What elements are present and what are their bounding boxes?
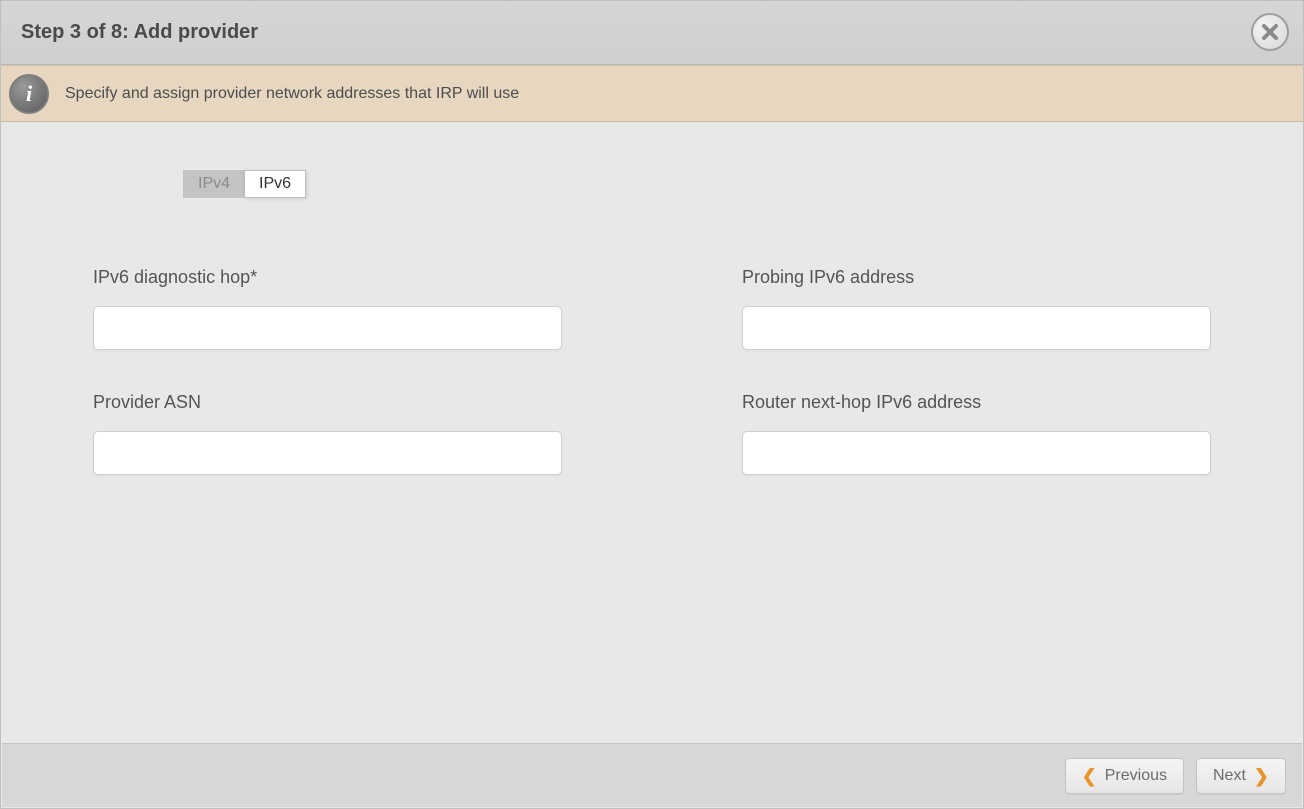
info-banner: i Specify and assign provider network ad… [1, 65, 1303, 122]
chevron-right-icon: ❯ [1254, 767, 1269, 785]
label-provider-asn: Provider ASN [93, 392, 562, 413]
label-probing-ipv6-address: Probing IPv6 address [742, 267, 1211, 288]
field-provider-asn: Provider ASN [93, 392, 562, 475]
tab-ipv4[interactable]: IPv4 [183, 170, 244, 198]
label-ipv6-diagnostic-hop: IPv6 diagnostic hop* [93, 267, 562, 288]
input-probing-ipv6-address[interactable] [742, 306, 1211, 350]
input-provider-asn[interactable] [93, 431, 562, 475]
info-text: Specify and assign provider network addr… [65, 85, 519, 103]
label-router-nexthop-ipv6: Router next-hop IPv6 address [742, 392, 1211, 413]
dialog-header: Step 3 of 8: Add provider [1, 1, 1303, 65]
field-ipv6-diagnostic-hop: IPv6 diagnostic hop* [93, 267, 562, 350]
wizard-dialog: Step 3 of 8: Add provider i Specify and … [0, 0, 1304, 809]
form-row: Provider ASN Router next-hop IPv6 addres… [93, 392, 1211, 475]
ip-version-tabs: IPv4 IPv6 [183, 170, 306, 198]
input-router-nexthop-ipv6[interactable] [742, 431, 1211, 475]
page-title: Step 3 of 8: Add provider [21, 21, 258, 44]
input-ipv6-diagnostic-hop[interactable] [93, 306, 562, 350]
field-probing-ipv6-address: Probing IPv6 address [742, 267, 1211, 350]
chevron-left-icon: ❮ [1082, 767, 1097, 785]
field-router-nexthop-ipv6: Router next-hop IPv6 address [742, 392, 1211, 475]
dialog-footer: ❮ Previous Next ❯ [2, 743, 1302, 807]
previous-button-label: Previous [1105, 767, 1167, 785]
tab-ipv6[interactable]: IPv6 [244, 170, 306, 198]
close-icon [1261, 23, 1279, 41]
form-row: IPv6 diagnostic hop* Probing IPv6 addres… [93, 267, 1211, 350]
close-button[interactable] [1251, 13, 1289, 51]
form-area: IPv6 diagnostic hop* Probing IPv6 addres… [93, 267, 1211, 517]
next-button-label: Next [1213, 767, 1246, 785]
previous-button[interactable]: ❮ Previous [1065, 758, 1184, 794]
next-button[interactable]: Next ❯ [1196, 758, 1286, 794]
info-icon: i [9, 74, 49, 114]
